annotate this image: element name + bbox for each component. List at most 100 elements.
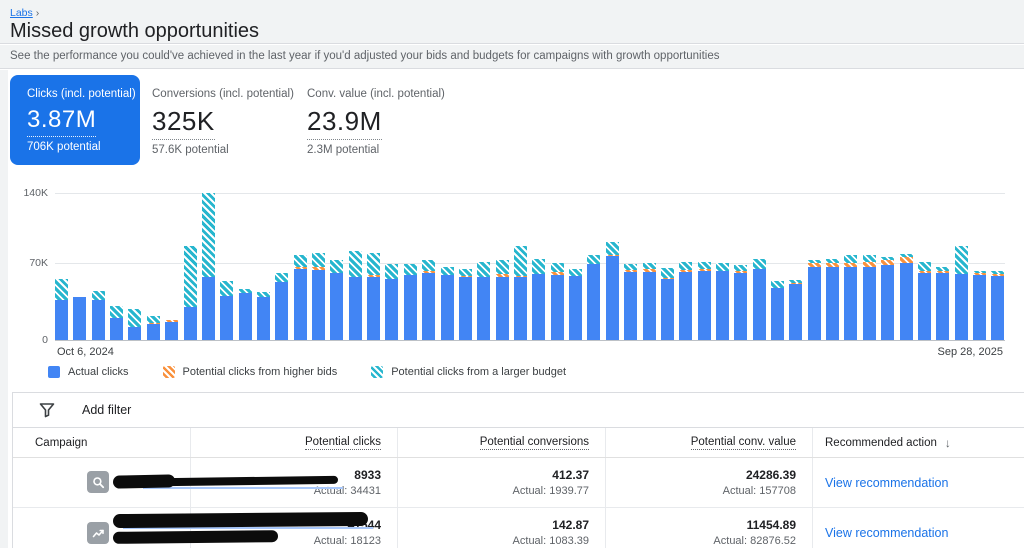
bar-week-10 <box>239 289 252 340</box>
bar-week-17 <box>367 253 380 340</box>
seg-actual-segment <box>367 277 380 340</box>
seg-actual-segment <box>147 324 160 340</box>
seg-budget-segment <box>496 260 509 274</box>
metric-card-value: 3.87M <box>27 106 96 137</box>
metric-card-conv-value[interactable]: Conv. value (incl. potential) 23.9M 2.3M… <box>307 84 445 156</box>
view-recommendation-link[interactable]: View recommendation <box>825 526 948 540</box>
bar-week-18 <box>385 264 398 340</box>
seg-budget-segment <box>477 262 490 277</box>
left-gutter <box>0 70 8 548</box>
seg-budget-segment <box>441 267 454 275</box>
bar-week-0 <box>55 279 68 340</box>
seg-budget-segment <box>404 264 417 275</box>
bar-week-20 <box>422 260 435 340</box>
metric-card-value: 325K <box>152 106 215 140</box>
seg-actual-segment <box>808 267 821 341</box>
seg-actual-segment <box>73 297 86 340</box>
bar-week-9 <box>220 281 233 340</box>
seg-budget-segment <box>716 263 729 270</box>
bar-week-25 <box>514 246 527 340</box>
seg-budget-segment <box>202 193 215 277</box>
redacted-campaign-name <box>113 530 278 544</box>
bar-week-40 <box>789 280 802 340</box>
metric-card-conversions[interactable]: Conversions (incl. potential) 325K 57.6K… <box>152 84 294 156</box>
seg-actual-segment <box>551 275 564 340</box>
bar-week-1 <box>73 297 86 340</box>
seg-actual-segment <box>257 297 270 340</box>
metric-card-potential: 706K potential <box>27 141 140 153</box>
potential-conversions-value: 142.87 <box>552 518 589 532</box>
bar-week-39 <box>771 281 784 340</box>
seg-budget-segment <box>679 262 692 270</box>
breadcrumb-labs-link[interactable]: Labs <box>10 7 33 19</box>
chart-bars <box>55 193 1005 340</box>
bar-week-45 <box>881 257 894 340</box>
seg-actual-segment <box>679 272 692 340</box>
bar-week-21 <box>441 267 454 340</box>
seg-actual-segment <box>514 277 527 340</box>
bar-week-34 <box>679 262 692 340</box>
seg-budget-segment <box>294 255 307 267</box>
seg-budget-segment <box>863 255 876 262</box>
column-header-potential-conversions[interactable]: Potential conversions <box>398 428 606 457</box>
larger-budget-swatch-icon <box>371 366 383 378</box>
potential-conv-value-cell: 11454.89 Actual: 82876.52 <box>606 508 813 548</box>
potential-conversions-cell: 142.87 Actual: 1083.39 <box>398 508 606 548</box>
column-header-label: Campaign <box>35 437 87 449</box>
seg-actual-segment <box>349 277 362 340</box>
seg-actual-segment <box>569 276 582 340</box>
seg-budget-segment <box>532 259 545 274</box>
seg-budget-segment <box>275 273 288 282</box>
actual-conv-value-value: Actual: 157708 <box>723 485 796 497</box>
seg-budget-segment <box>698 262 711 269</box>
seg-budget-segment <box>330 260 343 273</box>
bar-week-42 <box>826 259 839 340</box>
column-header-potential-conv-value[interactable]: Potential conv. value <box>606 428 813 457</box>
x-axis-end-label: Sep 28, 2025 <box>938 346 1003 358</box>
seg-actual-segment <box>385 279 398 340</box>
column-header-campaign[interactable]: Campaign <box>13 428 191 457</box>
seg-actual-segment <box>55 300 68 340</box>
bar-week-47 <box>918 262 931 340</box>
seg-budget-segment <box>551 263 564 271</box>
bar-week-48 <box>936 267 949 340</box>
page-subtitle: See the performance you could've achieve… <box>0 45 1024 69</box>
column-header-label: Recommended action <box>825 437 937 449</box>
search-campaign-icon <box>87 471 109 493</box>
metric-card-clicks[interactable]: Clicks (incl. potential) 3.87M 706K pote… <box>10 75 140 165</box>
bar-week-32 <box>643 263 656 340</box>
potential-conversions-cell: 412.37 Actual: 1939.77 <box>398 458 606 507</box>
seg-actual-segment <box>826 267 839 341</box>
bar-week-43 <box>844 255 857 340</box>
bar-week-41 <box>808 260 821 340</box>
breadcrumb-chevron-icon: › <box>36 7 40 19</box>
metric-card-label: Conv. value (incl. potential) <box>307 88 445 100</box>
seg-actual-segment <box>844 267 857 341</box>
view-recommendation-link[interactable]: View recommendation <box>825 476 948 490</box>
add-filter-button[interactable]: Add filter <box>13 393 1024 428</box>
bar-week-23 <box>477 262 490 340</box>
campaign-cell <box>13 508 191 548</box>
column-header-recommended-action[interactable]: Recommended action ↓ <box>813 428 1023 457</box>
actual-conversions-value: Actual: 1939.77 <box>513 485 589 497</box>
seg-actual-segment <box>128 327 141 340</box>
x-axis-start-label: Oct 6, 2024 <box>57 346 114 358</box>
seg-actual-segment <box>863 267 876 341</box>
redaction-link-underline <box>143 487 343 489</box>
seg-budget-segment <box>184 246 197 308</box>
bar-week-29 <box>587 255 600 340</box>
legend-label: Potential clicks from higher bids <box>183 366 338 378</box>
seg-actual-segment <box>991 276 1004 340</box>
campaign-cell <box>13 458 191 507</box>
seg-actual-segment <box>606 256 619 340</box>
seg-budget-segment <box>422 260 435 271</box>
seg-actual-segment <box>239 293 252 340</box>
bar-week-46 <box>900 254 913 340</box>
seg-budget-segment <box>55 279 68 300</box>
bar-week-27 <box>551 263 564 340</box>
y-tick-70k: 70K <box>10 257 48 269</box>
potential-clicks-value: 8933 <box>354 468 381 482</box>
bar-week-31 <box>624 264 637 340</box>
seg-budget-segment <box>110 306 123 318</box>
column-header-potential-clicks[interactable]: Potential clicks <box>191 428 398 457</box>
